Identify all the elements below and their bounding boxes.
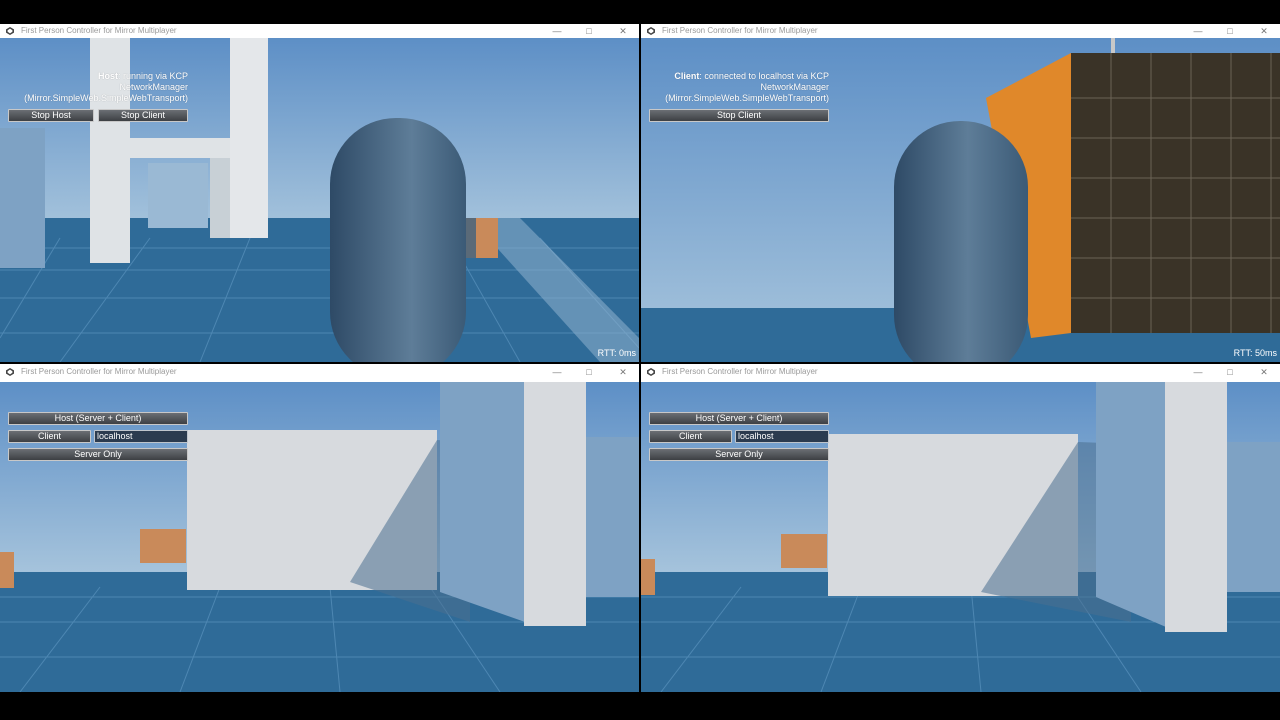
stop-host-button[interactable]: Stop Host	[8, 109, 94, 122]
unity-icon	[647, 27, 655, 35]
unity-icon	[647, 368, 655, 376]
unity-icon	[6, 27, 14, 35]
game-viewport[interactable]: Host: running via KCP NetworkManager (Mi…	[0, 38, 639, 362]
address-input[interactable]: localhost	[94, 430, 188, 443]
minimize-icon[interactable]: —	[550, 364, 564, 380]
close-icon[interactable]: ✕	[1257, 24, 1271, 38]
client-button[interactable]: Client	[8, 430, 91, 443]
game-window-menu-left: First Person Controller for Mirror Multi…	[0, 364, 639, 692]
vertical-divider	[639, 24, 641, 692]
network-status: Host: running via KCP NetworkManager (Mi…	[0, 71, 188, 104]
rtt-display: RTT: 0ms	[597, 348, 636, 358]
scene-render	[641, 382, 1280, 692]
title-bar: First Person Controller for Mirror Multi…	[641, 364, 1280, 382]
server-only-button[interactable]: Server Only	[8, 448, 188, 461]
maximize-icon[interactable]: □	[1223, 24, 1237, 38]
scene-render	[0, 382, 639, 692]
title-bar: First Person Controller for Mirror Multi…	[0, 24, 639, 38]
status-text: : connected to localhost via KCP	[699, 71, 829, 81]
unity-icon	[6, 368, 14, 376]
rtt-display: RTT: 50ms	[1233, 348, 1277, 358]
maximize-icon[interactable]: □	[1223, 364, 1237, 380]
window-title: First Person Controller for Mirror Multi…	[662, 367, 818, 376]
game-window-host: First Person Controller for Mirror Multi…	[0, 24, 639, 362]
stop-client-button[interactable]: Stop Client	[649, 109, 829, 122]
game-window-menu-right: First Person Controller for Mirror Multi…	[641, 364, 1280, 692]
stop-client-button[interactable]: Stop Client	[98, 109, 188, 122]
address-input[interactable]: localhost	[735, 430, 829, 443]
network-status: Client: connected to localhost via KCP N…	[641, 71, 829, 104]
minimize-icon[interactable]: —	[1191, 24, 1205, 38]
maximize-icon[interactable]: □	[582, 364, 596, 380]
minimize-icon[interactable]: —	[550, 24, 564, 38]
status-transport: (Mirror.SimpleWeb.SimpleWebTransport)	[665, 93, 829, 103]
status-role: Host	[97, 71, 118, 81]
status-role: Client	[674, 71, 700, 81]
letterbox-bottom	[0, 692, 1280, 720]
client-button[interactable]: Client	[649, 430, 732, 443]
game-window-client: First Person Controller for Mirror Multi…	[641, 24, 1280, 362]
game-viewport[interactable]: Host (Server + Client) Client localhost …	[641, 382, 1280, 692]
host-server-client-button[interactable]: Host (Server + Client)	[649, 412, 829, 425]
close-icon[interactable]: ✕	[1257, 364, 1271, 380]
game-viewport[interactable]: Client: connected to localhost via KCP N…	[641, 38, 1280, 362]
host-server-client-button[interactable]: Host (Server + Client)	[8, 412, 188, 425]
status-manager: NetworkManager	[760, 82, 829, 92]
status-text: : running via KCP	[117, 71, 188, 81]
close-icon[interactable]: ✕	[616, 24, 630, 38]
horizontal-divider	[0, 362, 1280, 364]
status-manager: NetworkManager	[119, 82, 188, 92]
window-title: First Person Controller for Mirror Multi…	[21, 26, 177, 35]
window-title: First Person Controller for Mirror Multi…	[21, 367, 177, 376]
title-bar: First Person Controller for Mirror Multi…	[641, 24, 1280, 38]
maximize-icon[interactable]: □	[582, 24, 596, 38]
status-transport: (Mirror.SimpleWeb.SimpleWebTransport)	[24, 93, 188, 103]
server-only-button[interactable]: Server Only	[649, 448, 829, 461]
close-icon[interactable]: ✕	[616, 364, 630, 380]
minimize-icon[interactable]: —	[1191, 364, 1205, 380]
game-viewport[interactable]: Host (Server + Client) Client localhost …	[0, 382, 639, 692]
title-bar: First Person Controller for Mirror Multi…	[0, 364, 639, 382]
window-title: First Person Controller for Mirror Multi…	[662, 26, 818, 35]
